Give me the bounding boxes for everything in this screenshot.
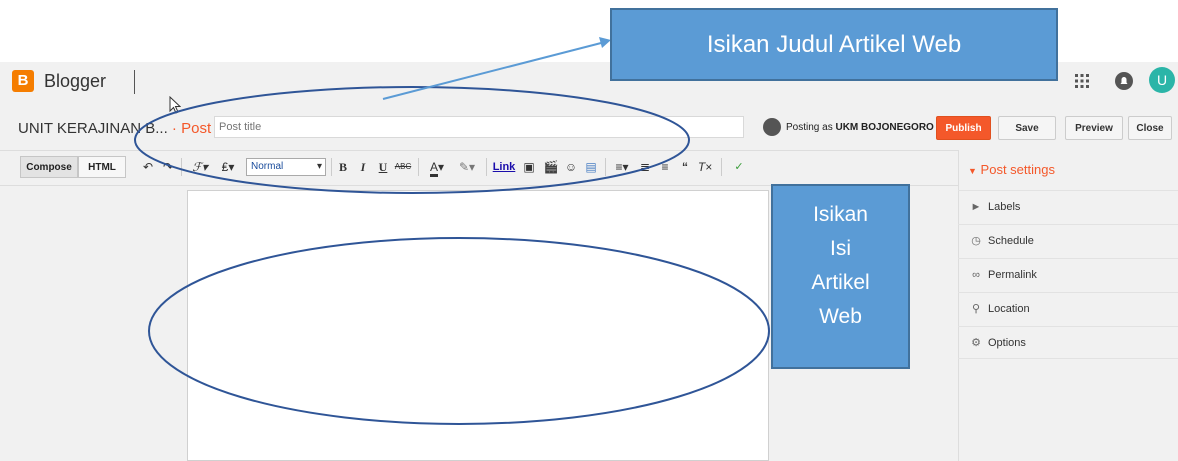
callout-arrow-line [382,41,606,100]
title-callout: Isikan Judul Artikel Web [610,8,1058,81]
title-highlight-ellipse [134,86,690,194]
body-highlight-ellipse [148,237,770,425]
body-callout: Isikan Isi Artikel Web [771,184,910,369]
